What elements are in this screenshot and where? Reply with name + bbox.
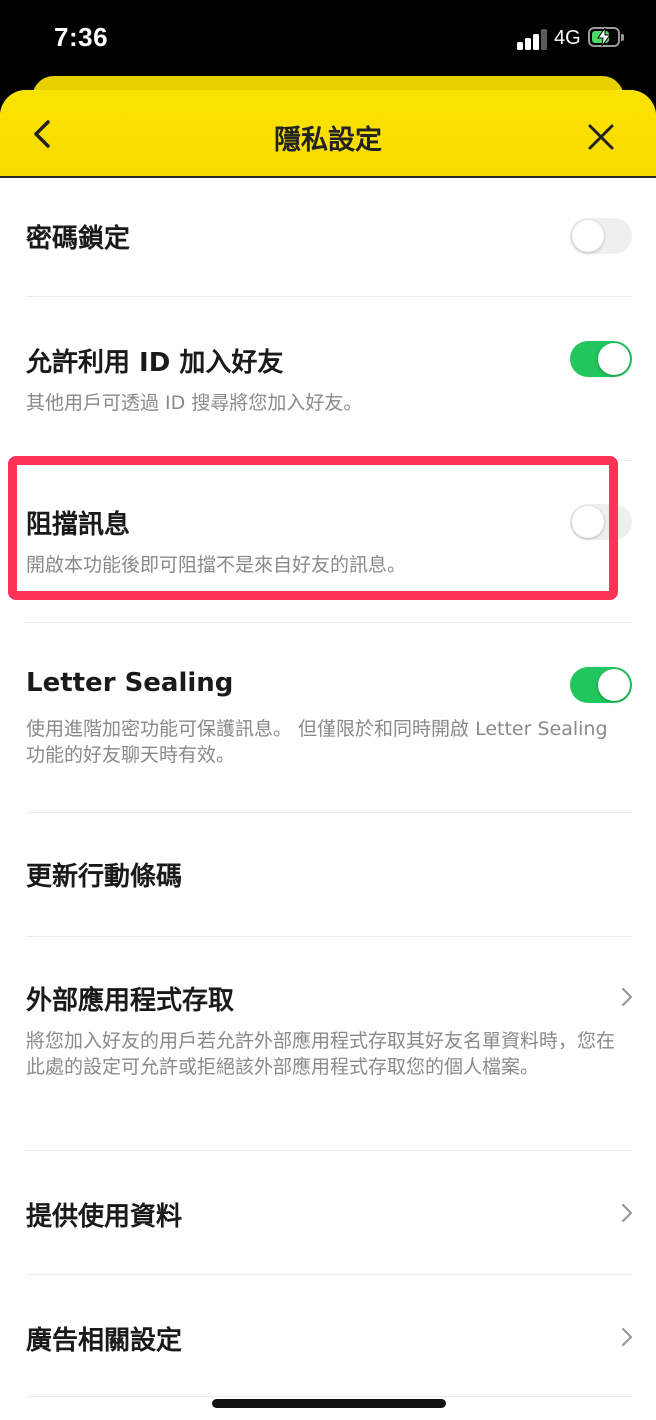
setting-row-refresh-qr-code[interactable]: 更新行動條碼 [26, 814, 632, 934]
home-indicator[interactable] [212, 1399, 446, 1408]
allow-id-add-toggle[interactable] [570, 341, 632, 377]
setting-description: 其他用戶可透過 ID 搜尋將您加入好友。 [26, 392, 363, 414]
setting-title: 提供使用資料 [26, 1202, 183, 1232]
close-icon[interactable] [584, 120, 618, 154]
chevron-right-icon [621, 987, 633, 1007]
divider [26, 1150, 632, 1151]
setting-row-passcode-lock: 密碼鎖定 [26, 178, 632, 298]
setting-title: 阻擋訊息 [26, 510, 131, 540]
setting-title: 密碼鎖定 [26, 224, 131, 254]
passcode-lock-toggle[interactable] [570, 218, 632, 254]
setting-row-ad-settings[interactable]: 廣告相關設定 [26, 1276, 633, 1396]
setting-description: 使用進階加密功能可保護訊息。 但僅限於和同時開啟 Letter Sealing … [26, 718, 608, 766]
setting-title: 廣告相關設定 [26, 1326, 183, 1356]
divider [26, 1396, 632, 1397]
setting-row-letter-sealing: Letter Sealing 使用進階加密功能可保護訊息。 但僅限於和同時開啟 … [26, 624, 632, 812]
divider [26, 622, 632, 623]
chevron-right-icon [621, 1203, 633, 1223]
setting-description: 將您加入好友的用戶若允許外部應用程式存取其好友名單資料時，您在此處的設定可允許或… [26, 1030, 616, 1078]
divider [26, 1274, 632, 1275]
divider [26, 936, 632, 937]
cellular-signal-icon [517, 28, 549, 50]
privacy-settings-sheet: 隱私設定 密碼鎖定 允許利用 ID 加入好友 其他用戶可透過 ID 搜尋將您加入… [0, 90, 656, 1420]
block-messages-toggle[interactable] [570, 504, 632, 540]
navigation-bar: 隱私設定 [0, 90, 656, 178]
setting-title: Letter Sealing [26, 668, 234, 698]
setting-row-usage-data[interactable]: 提供使用資料 [26, 1152, 633, 1272]
setting-row-block-messages: 阻擋訊息 開啟本功能後即可阻擋不是來自好友的訊息。 [26, 462, 632, 622]
divider [26, 460, 632, 461]
battery-icon [588, 27, 624, 49]
divider [26, 296, 632, 297]
page-title: 隱私設定 [274, 125, 382, 156]
setting-description: 開啟本功能後即可阻擋不是來自好友的訊息。 [26, 554, 407, 576]
screen: 7:36 4G 隱私設定 密碼鎖定 允許利用 ID 加入好友 其他用戶可透過 I… [0, 0, 656, 1420]
network-type: 4G [554, 27, 581, 49]
chevron-right-icon [621, 1327, 633, 1347]
charging-bolt-icon [597, 28, 611, 46]
divider [26, 812, 632, 813]
setting-title: 更新行動條碼 [26, 862, 183, 892]
status-time: 7:36 [54, 22, 109, 52]
setting-title: 外部應用程式存取 [26, 986, 235, 1016]
letter-sealing-toggle[interactable] [570, 667, 632, 703]
status-bar: 7:36 4G [0, 0, 656, 80]
setting-row-external-app-access[interactable]: 外部應用程式存取 將您加入好友的用戶若允許外部應用程式存取其好友名單資料時，您在… [26, 938, 633, 1150]
setting-row-allow-id-add: 允許利用 ID 加入好友 其他用戶可透過 ID 搜尋將您加入好友。 [26, 298, 632, 458]
setting-title: 允許利用 ID 加入好友 [26, 348, 284, 378]
